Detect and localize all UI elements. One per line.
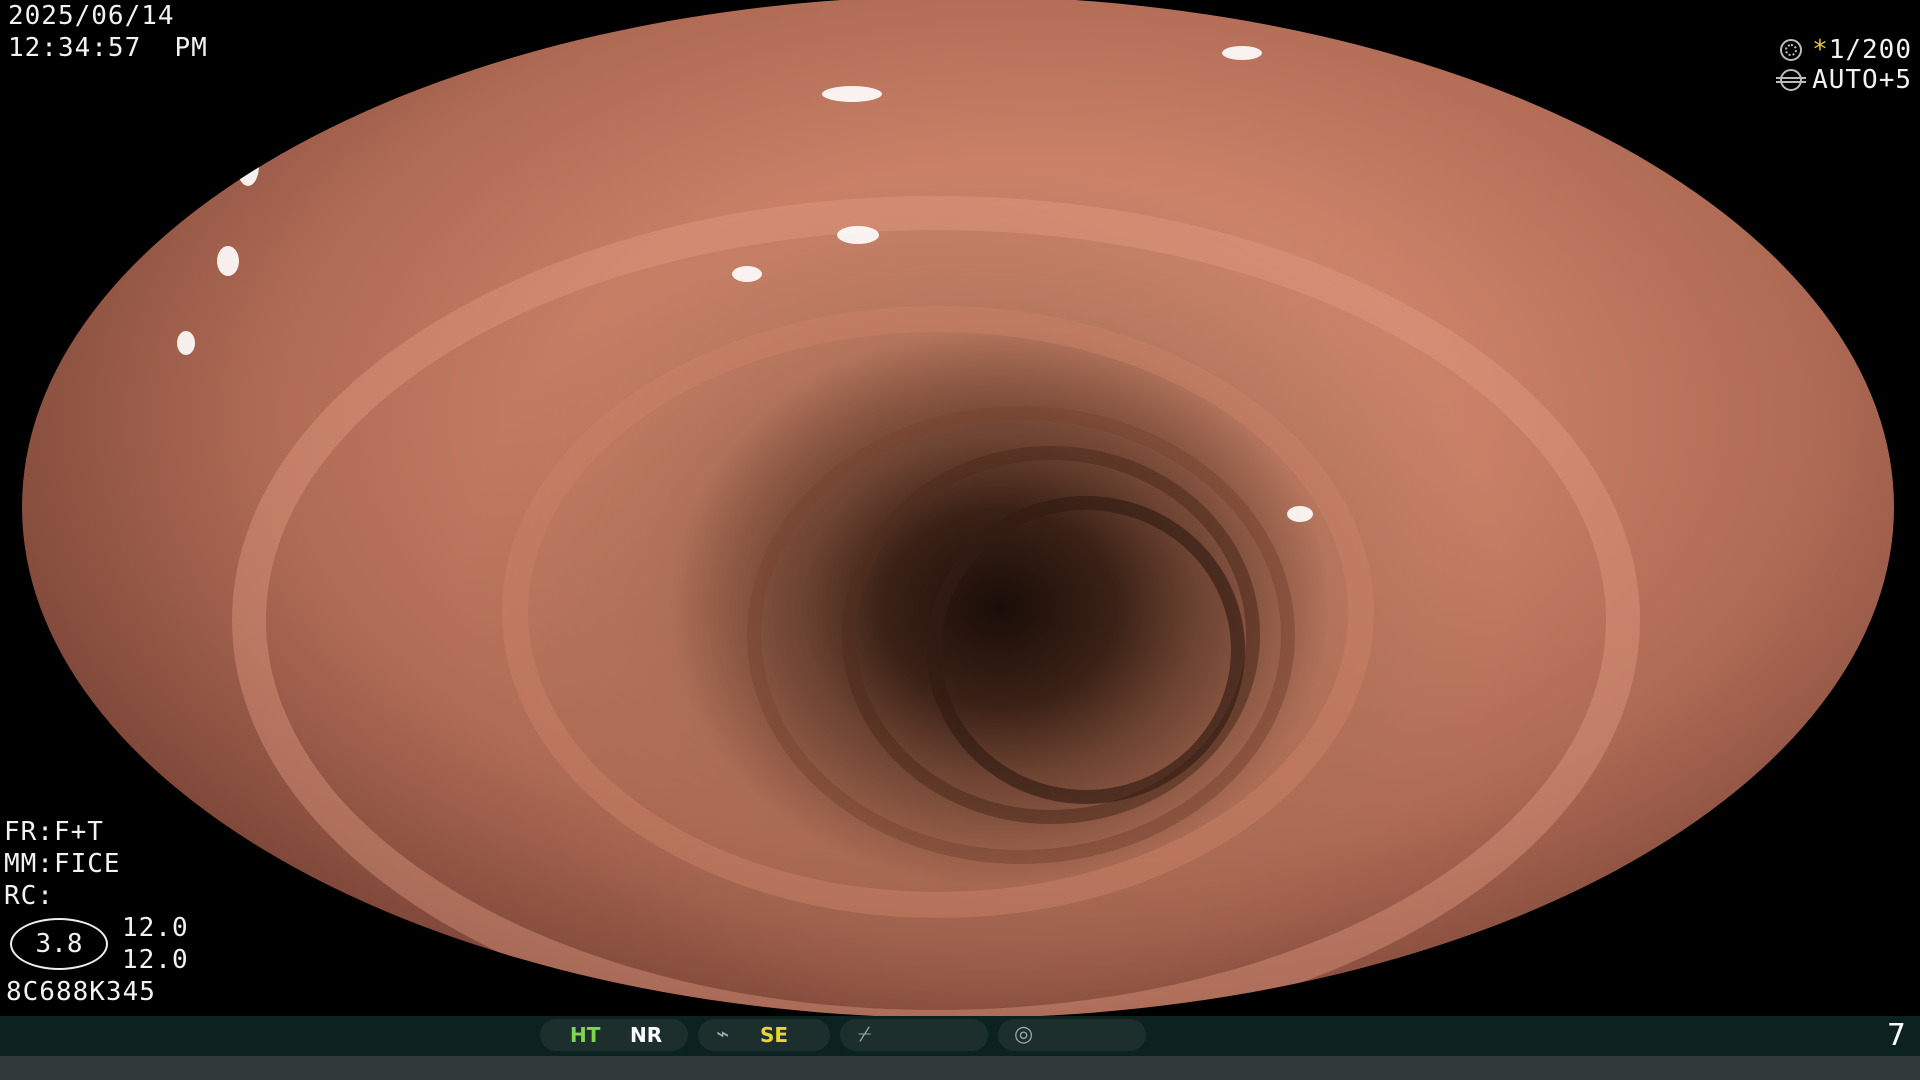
endoscope-view <box>22 0 1894 1018</box>
specular-highlight <box>1542 916 1572 930</box>
ht-nr-indicator[interactable]: HT NR <box>540 1019 688 1051</box>
specular-highlight <box>217 246 239 276</box>
specular-highlight <box>1287 506 1313 522</box>
slash-icon: ⌿ <box>858 1022 872 1047</box>
frame-rate-setting: FR:F+T <box>4 817 104 847</box>
specular-highlight <box>237 146 259 186</box>
shutter-icon <box>1780 39 1803 61</box>
gain-icon <box>1776 69 1807 91</box>
date-display: 2025/06/14 <box>8 1 175 31</box>
nr-label: NR <box>630 1023 663 1047</box>
scope-serial: 8C688K345 <box>6 977 156 1007</box>
waveform-circle-icon: ◎ <box>1014 1022 1034 1047</box>
rc-value-1: 12.0 <box>122 913 189 943</box>
shutter-readout: *1/200 <box>1780 34 1912 66</box>
specular-highlight <box>1222 46 1262 60</box>
rc-setting-label: RC: <box>4 881 54 911</box>
ht-label: HT <box>570 1023 601 1047</box>
lumen-ring <box>927 496 1245 804</box>
rc-oval-value: 3.8 <box>10 918 108 970</box>
time-display: 12:34:57 PM <box>8 33 208 63</box>
specular-highlight <box>732 266 762 282</box>
se-label: SE <box>760 1023 789 1047</box>
specular-highlight <box>177 331 195 355</box>
shutter-star: * <box>1812 35 1829 65</box>
specular-highlight <box>417 26 457 44</box>
image-counter: 7 <box>1886 1018 1906 1053</box>
gain-value: AUTO+5 <box>1812 65 1912 95</box>
rc-value-2: 12.0 <box>122 945 189 975</box>
status-bar-footer <box>0 1056 1920 1080</box>
gain-readout: AUTO+5 <box>1776 64 1912 96</box>
se-indicator[interactable]: ⌁ SE <box>698 1019 830 1051</box>
scope-edge-icon: ⌁ <box>716 1022 730 1047</box>
slot-3-indicator[interactable]: ⌿ <box>840 1019 988 1051</box>
slot-4-indicator[interactable]: ◎ <box>998 1019 1146 1051</box>
shutter-value: 1/200 <box>1828 35 1912 65</box>
specular-highlight <box>837 226 879 244</box>
mode-setting: MM:FICE <box>4 849 121 879</box>
specular-highlight <box>822 86 882 102</box>
